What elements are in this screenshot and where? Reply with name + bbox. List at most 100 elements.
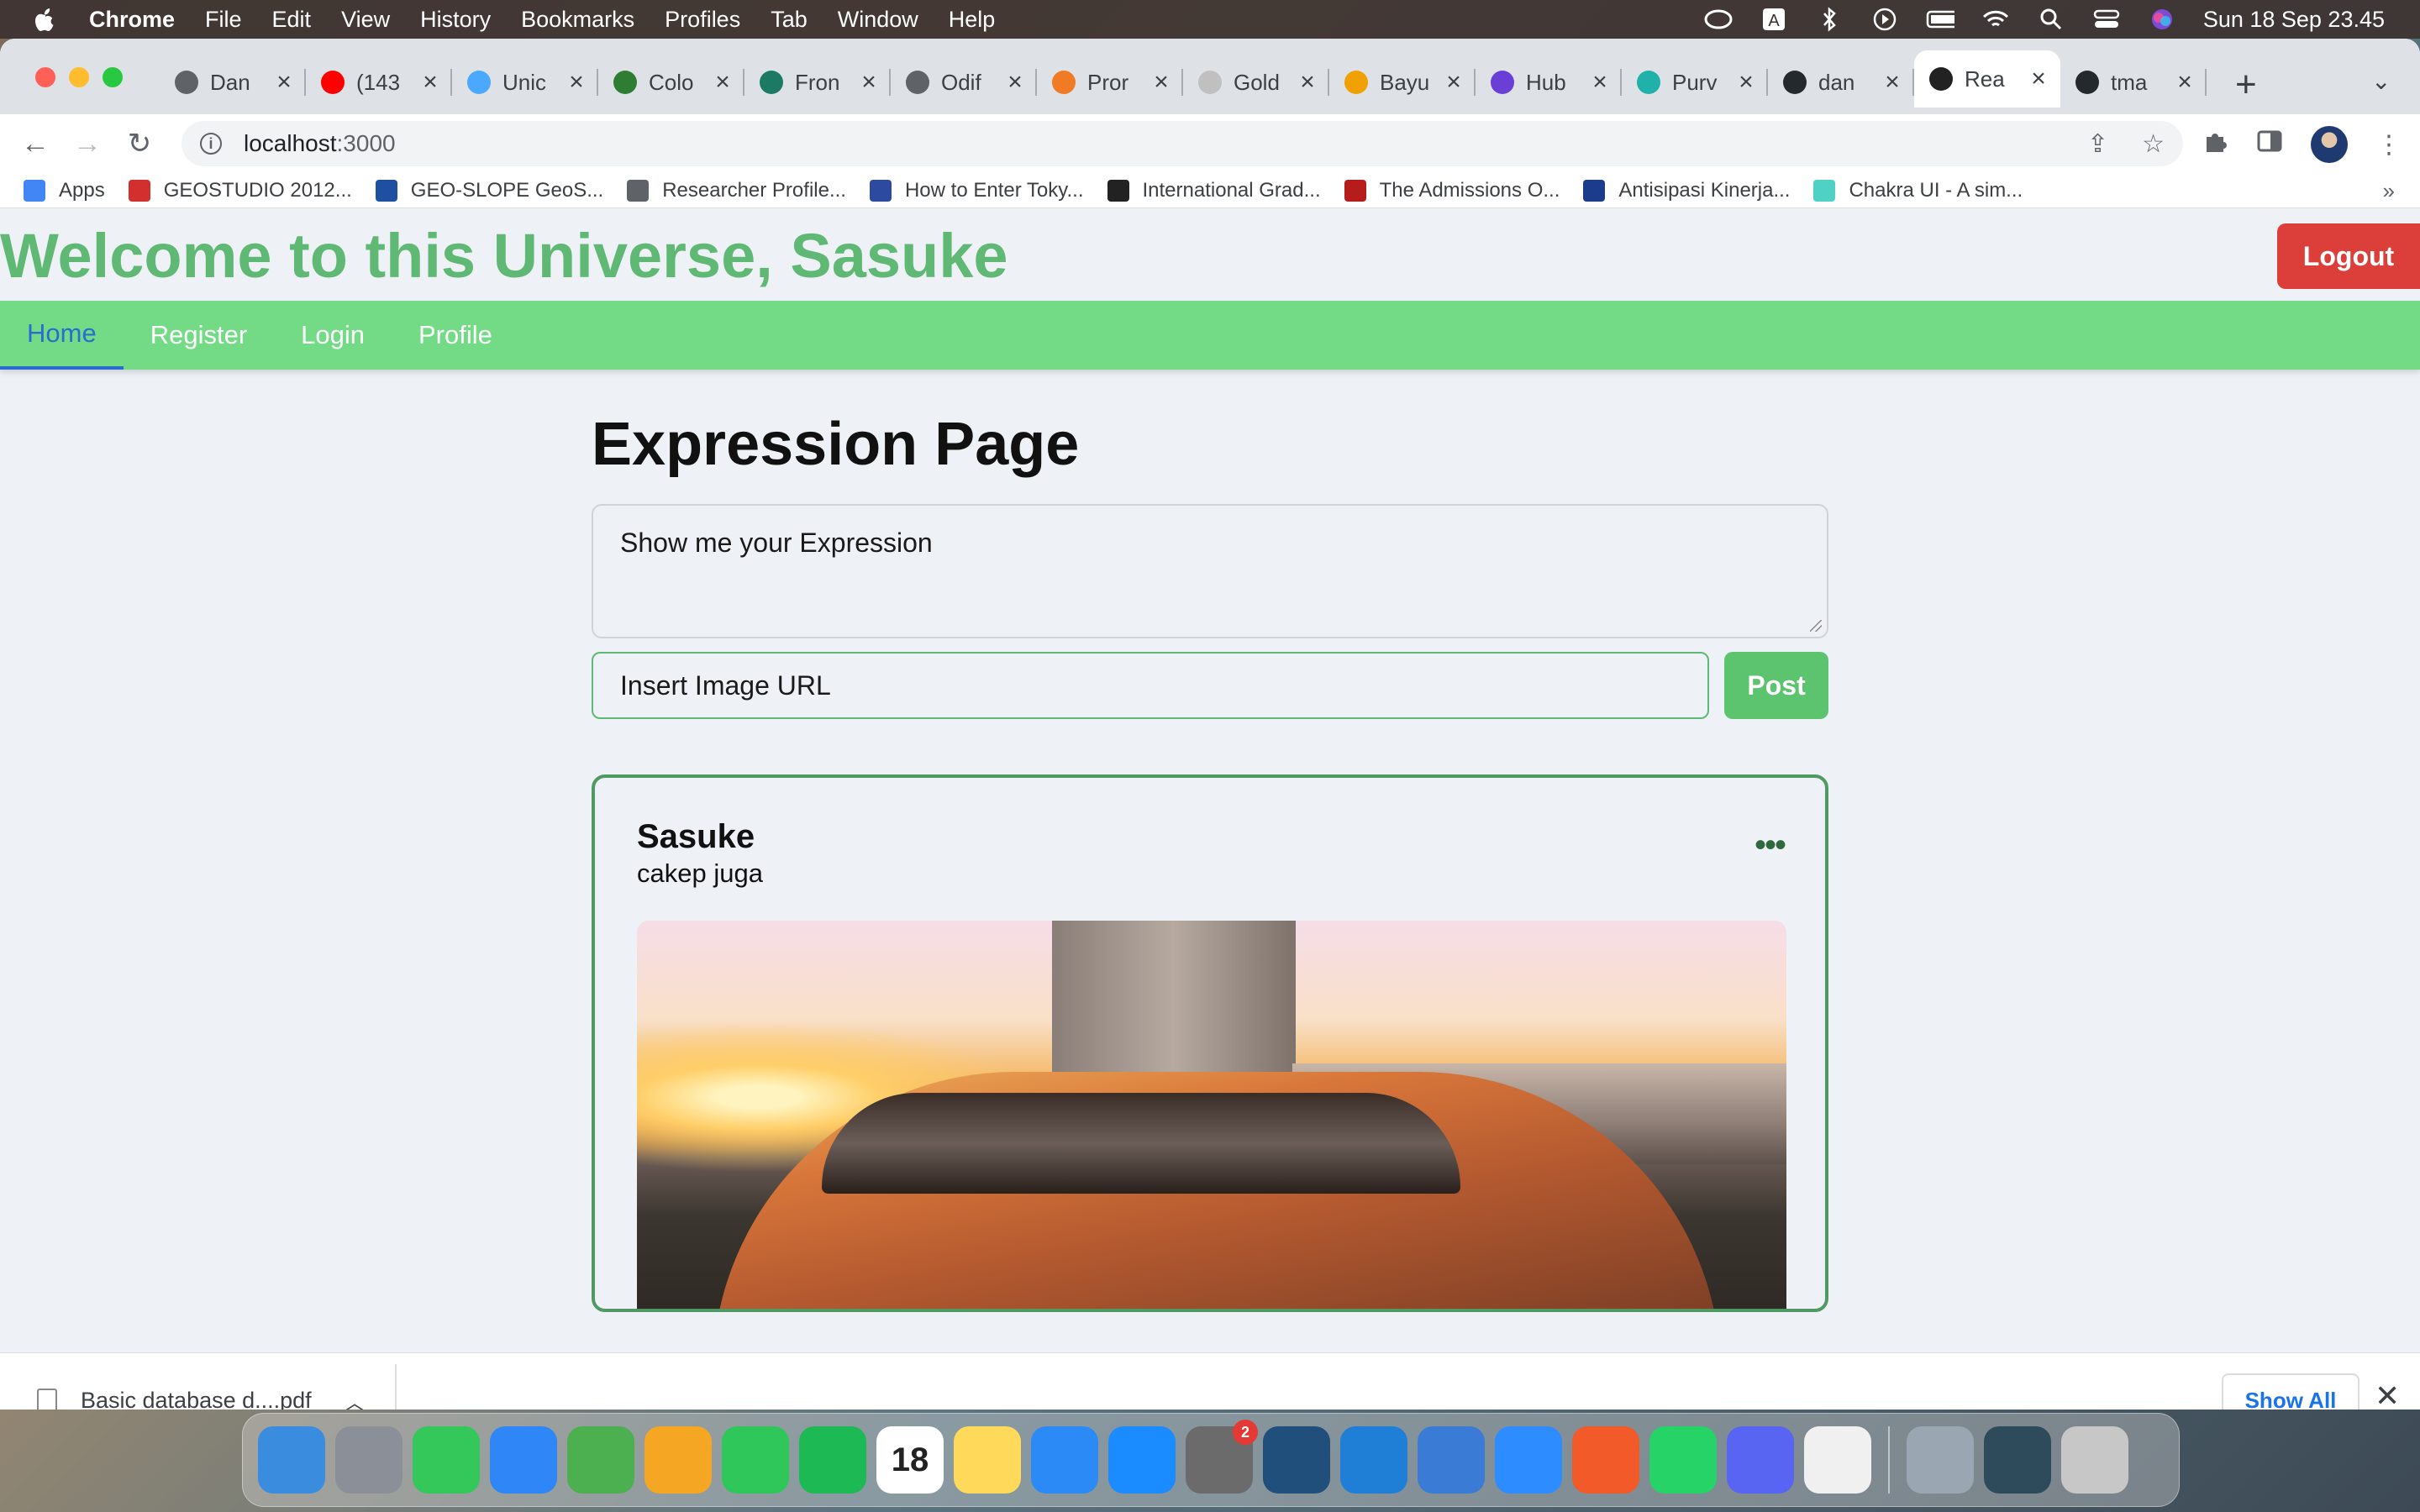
extensions-puzzle-icon[interactable] <box>2203 129 2228 160</box>
bookmark-item[interactable]: GEO-SLOPE GeoS... <box>375 179 603 202</box>
download-item[interactable]: Basic database d....pdf ︿ <box>0 1363 397 1410</box>
system-preferences-app-icon[interactable]: 2 <box>1186 1420 1258 1494</box>
browser-tab[interactable]: dan × <box>1768 57 1914 108</box>
chrome-app-icon[interactable] <box>1804 1426 1871 1494</box>
bookmark-item[interactable]: GEOSTUDIO 2012... <box>128 179 352 202</box>
minimize-window-button[interactable] <box>69 67 89 87</box>
browser-tab[interactable]: Pror × <box>1037 57 1183 108</box>
nav-link-login[interactable]: Login <box>274 301 392 370</box>
browser-tab[interactable]: Colo × <box>598 57 744 108</box>
tab-close-icon[interactable]: × <box>1444 68 1464 97</box>
show-all-downloads-button[interactable]: Show All <box>2222 1373 2360 1410</box>
nav-link-home[interactable]: Home <box>0 301 124 370</box>
nav-link-register[interactable]: Register <box>124 301 274 370</box>
chrome-menu-icon[interactable]: ⋮ <box>2376 130 2402 160</box>
site-info-icon[interactable]: i <box>200 133 222 155</box>
bookmark-item[interactable]: How to Enter Toky... <box>869 179 1084 202</box>
browser-tab[interactable]: Hub × <box>1476 57 1622 108</box>
address-bar[interactable]: i localhost:3000 ⇪ ☆ <box>182 121 2183 166</box>
bookmark-star-icon[interactable]: ☆ <box>2142 129 2165 159</box>
notes-app-icon[interactable] <box>954 1426 1021 1494</box>
maps-app-icon[interactable] <box>567 1426 634 1494</box>
spotify-app-icon[interactable] <box>799 1426 866 1494</box>
input-source-icon[interactable]: A <box>1760 7 1788 32</box>
menu-view[interactable]: View <box>341 7 390 33</box>
facetime-app-icon[interactable] <box>722 1426 789 1494</box>
browser-tab[interactable]: Odif × <box>891 57 1037 108</box>
menu-tab[interactable]: Tab <box>771 7 808 33</box>
tab-close-icon[interactable]: × <box>1297 68 1318 97</box>
mail-app-icon[interactable] <box>490 1426 557 1494</box>
xcode-app-icon[interactable] <box>1418 1426 1485 1494</box>
new-tab-icon[interactable]: + <box>2235 64 2257 106</box>
chevron-up-icon[interactable]: ︿ <box>345 1386 365 1410</box>
menu-edit[interactable]: Edit <box>272 7 312 33</box>
tab-close-icon[interactable]: × <box>859 68 879 97</box>
discord-app-icon[interactable] <box>1727 1426 1794 1494</box>
menu-history[interactable]: History <box>420 7 491 33</box>
tab-close-icon[interactable]: × <box>420 68 440 97</box>
bookmark-item[interactable]: Antisipasi Kinerja... <box>1583 179 1790 202</box>
logout-button[interactable]: Logout <box>2277 223 2420 289</box>
calendar-app-icon[interactable]: 18 <box>876 1426 944 1494</box>
menu-bar-clock[interactable]: Sun 18 Sep 23.45 <box>2203 7 2385 33</box>
browser-tab[interactable]: Fron × <box>744 57 891 108</box>
tab-close-icon[interactable]: × <box>1005 68 1025 97</box>
tab-close-icon[interactable]: × <box>1882 68 1902 97</box>
share-icon[interactable]: ⇪ <box>2087 129 2108 159</box>
close-window-button[interactable] <box>35 67 55 87</box>
resize-handle-icon[interactable] <box>1810 620 1822 632</box>
app-store-app-icon[interactable] <box>1108 1426 1176 1494</box>
whatsapp-app-icon[interactable] <box>1649 1426 1717 1494</box>
tab-close-icon[interactable]: × <box>566 68 587 97</box>
browser-tab[interactable]: Unic × <box>452 57 598 108</box>
sketch-pen-app-icon[interactable] <box>1572 1426 1639 1494</box>
tab-close-icon[interactable]: × <box>713 68 733 97</box>
profile-avatar[interactable] <box>2311 126 2348 163</box>
finder-app-icon[interactable] <box>258 1426 325 1494</box>
nav-link-profile[interactable]: Profile <box>392 301 519 370</box>
side-panel-icon[interactable] <box>2257 129 2282 160</box>
zoom-app-icon[interactable] <box>1495 1426 1562 1494</box>
mysql-workbench-app-icon[interactable] <box>1263 1426 1330 1494</box>
bookmark-item[interactable]: The Admissions O... <box>1344 179 1560 202</box>
menu-profiles[interactable]: Profiles <box>665 7 740 33</box>
wifi-icon[interactable] <box>1981 7 2010 32</box>
browser-tab[interactable]: Gold × <box>1183 57 1329 108</box>
close-icon[interactable]: ✕ <box>2375 1378 2400 1410</box>
vscode-app-icon[interactable] <box>1340 1426 1407 1494</box>
control-center-icon[interactable] <box>2092 7 2121 32</box>
menu-window[interactable]: Window <box>838 7 918 33</box>
browser-tab[interactable]: tma × <box>2060 57 2207 108</box>
more-bookmarks-icon[interactable]: » <box>2383 178 2395 204</box>
expression-textarea[interactable]: Show me your Expression <box>592 504 1828 638</box>
tab-close-icon[interactable]: × <box>2175 68 2195 97</box>
image-url-input[interactable]: Insert Image URL <box>592 652 1710 719</box>
launchpad-app-icon[interactable] <box>335 1426 402 1494</box>
apple-menu-icon[interactable] <box>34 5 59 34</box>
tab-close-icon[interactable]: × <box>1736 68 1756 97</box>
more-horizontal-icon[interactable]: ••• <box>1754 827 1786 864</box>
tab-close-icon[interactable]: × <box>2028 65 2049 93</box>
reload-icon[interactable]: ↻ <box>123 127 156 160</box>
bookmark-item[interactable]: Researcher Profile... <box>627 179 846 202</box>
creative-cloud-icon[interactable] <box>1704 7 1733 32</box>
tab-close-icon[interactable]: × <box>1590 68 1610 97</box>
bookmark-item[interactable]: International Grad... <box>1107 179 1321 202</box>
forward-arrow-icon[interactable]: → <box>71 127 104 160</box>
bookmark-item[interactable]: Apps <box>24 179 105 202</box>
screenshot-app-icon[interactable] <box>1984 1426 2051 1494</box>
bluetooth-icon[interactable] <box>1815 7 1844 32</box>
menu-file[interactable]: File <box>205 7 242 33</box>
zoom-window-button[interactable] <box>103 67 123 87</box>
spotlight-search-icon[interactable] <box>2037 7 2065 32</box>
back-arrow-icon[interactable]: ← <box>18 127 52 160</box>
browser-tab[interactable]: Rea × <box>1914 50 2060 108</box>
battery-icon[interactable] <box>1926 7 1954 32</box>
photos-app-icon[interactable] <box>644 1426 712 1494</box>
browser-tab[interactable]: (143 × <box>306 57 452 108</box>
preview-app-icon[interactable] <box>1907 1426 1974 1494</box>
tab-search-chevron-icon[interactable]: ⌄ <box>2371 67 2391 95</box>
trash-app-icon[interactable] <box>2061 1426 2128 1494</box>
siri-icon[interactable] <box>2148 7 2176 32</box>
